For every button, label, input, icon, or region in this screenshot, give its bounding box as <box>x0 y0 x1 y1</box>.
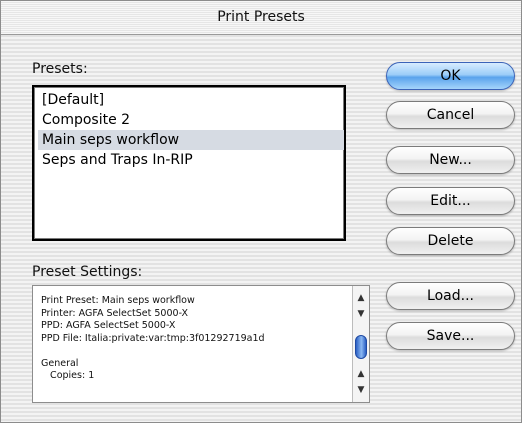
settings-line: PPD: AGFA SelectSet 5000-X <box>41 320 176 331</box>
dialog-title: Print Presets <box>217 9 305 25</box>
load-button[interactable]: Load... <box>386 282 515 310</box>
delete-button[interactable]: Delete <box>386 227 515 255</box>
scroll-down-arrow-icon[interactable]: ▼ <box>353 308 369 320</box>
cancel-button[interactable]: Cancel <box>386 101 515 129</box>
presets-label: Presets: <box>32 61 88 77</box>
scroll-up-arrow-icon[interactable]: ▲ <box>353 292 369 304</box>
print-presets-dialog: Print Presets Presets: [Default] Composi… <box>0 0 522 423</box>
ok-button[interactable]: OK <box>386 62 515 90</box>
list-item-main-seps-workflow[interactable]: Main seps workflow <box>38 130 344 150</box>
title-bar[interactable]: Print Presets <box>1 1 521 35</box>
list-item-default[interactable]: [Default] <box>38 90 344 110</box>
edit-button[interactable]: Edit... <box>386 187 515 215</box>
preset-settings-text: Print Preset: Main seps workflow Printer:… <box>41 295 341 383</box>
settings-line: PPD File: Italia:private:var:tmp:3f01292… <box>41 332 265 344</box>
list-item-seps-and-traps[interactable]: Seps and Traps In-RIP <box>38 150 344 170</box>
scroll-thumb[interactable] <box>355 335 367 359</box>
list-item-composite-2[interactable]: Composite 2 <box>38 110 344 130</box>
settings-line <box>41 345 341 358</box>
presets-list[interactable]: [Default] Composite 2 Main seps workflow… <box>32 85 346 241</box>
save-button[interactable]: Save... <box>386 322 515 350</box>
settings-line: Print Preset: Main seps workflow <box>41 295 195 306</box>
preset-settings-label: Preset Settings: <box>32 264 143 280</box>
new-button[interactable]: New... <box>386 146 515 174</box>
settings-scrollbar[interactable]: ▲ ▼ ▲ ▼ <box>352 286 369 402</box>
settings-line: General <box>41 357 79 369</box>
settings-line: Printer: AGFA SelectSet 5000-X <box>41 307 189 319</box>
preset-settings-box[interactable]: Print Preset: Main seps workflow Printer:… <box>32 285 370 403</box>
scroll-down-arrow-icon[interactable]: ▼ <box>353 384 369 396</box>
scroll-up-arrow-icon[interactable]: ▲ <box>353 368 369 380</box>
settings-line: Copies: 1 <box>41 370 95 381</box>
